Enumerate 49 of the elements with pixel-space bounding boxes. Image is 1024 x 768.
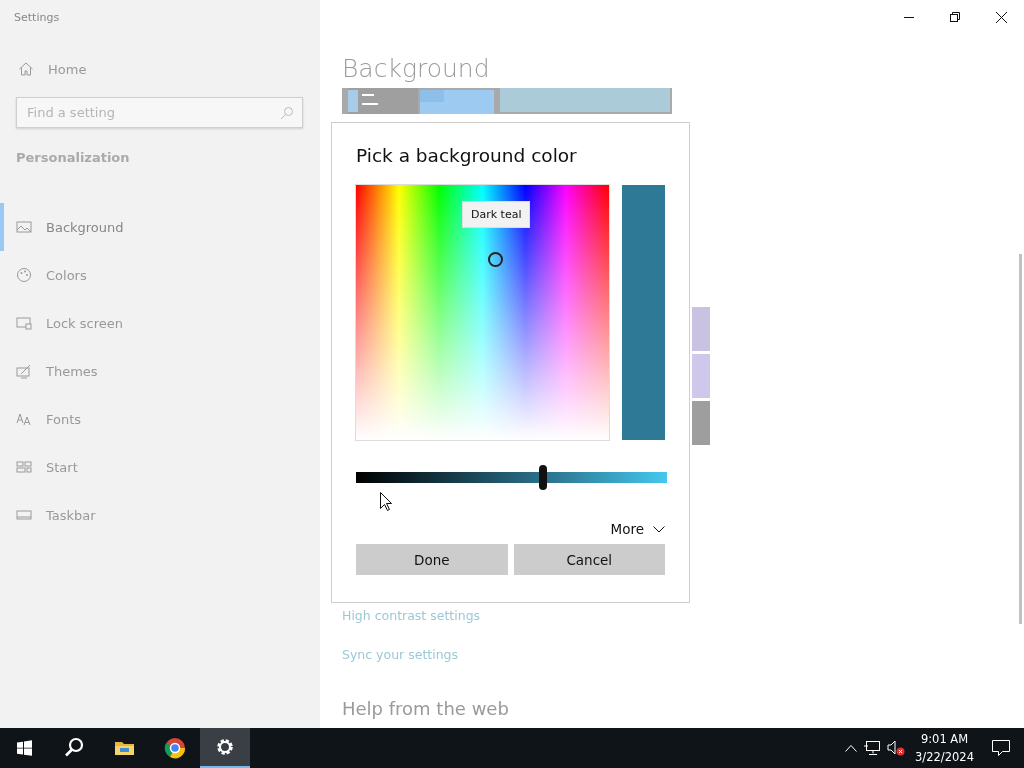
gear-icon bbox=[214, 736, 236, 758]
taskbar-button[interactable] bbox=[200, 728, 250, 768]
monitor-lock-icon bbox=[16, 315, 32, 331]
color-spectrum[interactable]: Dark teal bbox=[356, 185, 610, 440]
picker-handle[interactable] bbox=[488, 252, 503, 267]
search-icon bbox=[64, 737, 86, 759]
color-swatch[interactable] bbox=[692, 401, 710, 445]
home-link[interactable]: Home bbox=[48, 61, 87, 77]
tooltip: Dark teal bbox=[462, 201, 531, 228]
chevron-icon bbox=[653, 525, 665, 533]
dialog-title: Pick a background color bbox=[356, 145, 578, 166]
nav-item[interactable]: Themes bbox=[0, 347, 320, 395]
tiles-icon bbox=[16, 459, 32, 475]
palette-icon bbox=[16, 267, 32, 283]
settings-link[interactable]: High contrast settings bbox=[342, 608, 886, 623]
clock-time[interactable]: 9:01 AM bbox=[920, 730, 969, 748]
letters-icon bbox=[16, 411, 32, 427]
scrollbar[interactable] bbox=[1019, 254, 1022, 624]
search-field[interactable]: Find a setting bbox=[16, 97, 303, 128]
color-swatch[interactable] bbox=[692, 354, 710, 398]
picture-icon bbox=[16, 219, 32, 235]
restore-icon[interactable] bbox=[950, 12, 960, 22]
notification-icon[interactable] bbox=[992, 740, 1010, 756]
nav-item[interactable]: Taskbar bbox=[0, 491, 320, 539]
browser-icon bbox=[164, 737, 186, 759]
slider-thumb[interactable] bbox=[538, 465, 547, 490]
volume-muted-icon[interactable] bbox=[887, 740, 906, 756]
more-button[interactable]: More bbox=[610, 521, 665, 537]
settings-link[interactable]: Sync your settings bbox=[342, 647, 886, 662]
color-swatch[interactable] bbox=[692, 307, 710, 351]
cancel-button[interactable]: Cancel bbox=[513, 544, 665, 575]
cursor-icon bbox=[380, 492, 392, 511]
close-icon[interactable] bbox=[995, 11, 1007, 23]
done-button[interactable]: Done bbox=[356, 544, 508, 575]
monitor-brush-icon bbox=[16, 363, 32, 379]
taskbar-icon bbox=[16, 507, 32, 523]
nav-item[interactable]: Colors bbox=[0, 251, 320, 299]
chevron-up-icon[interactable] bbox=[845, 744, 858, 752]
page-title: Background bbox=[342, 54, 491, 85]
network-icon[interactable] bbox=[863, 740, 882, 756]
nav-item[interactable]: Start bbox=[0, 443, 320, 491]
search-icon bbox=[280, 106, 294, 120]
clock-date[interactable]: 3/22/2024 bbox=[915, 748, 974, 766]
nav-item[interactable]: Lock screen bbox=[0, 299, 320, 347]
section-heading: Help from the web bbox=[342, 698, 510, 719]
window-title: Settings bbox=[13, 10, 61, 26]
nav-item[interactable]: Fonts bbox=[0, 395, 320, 443]
home-icon bbox=[18, 61, 34, 77]
section-heading: Personalization bbox=[16, 150, 131, 165]
